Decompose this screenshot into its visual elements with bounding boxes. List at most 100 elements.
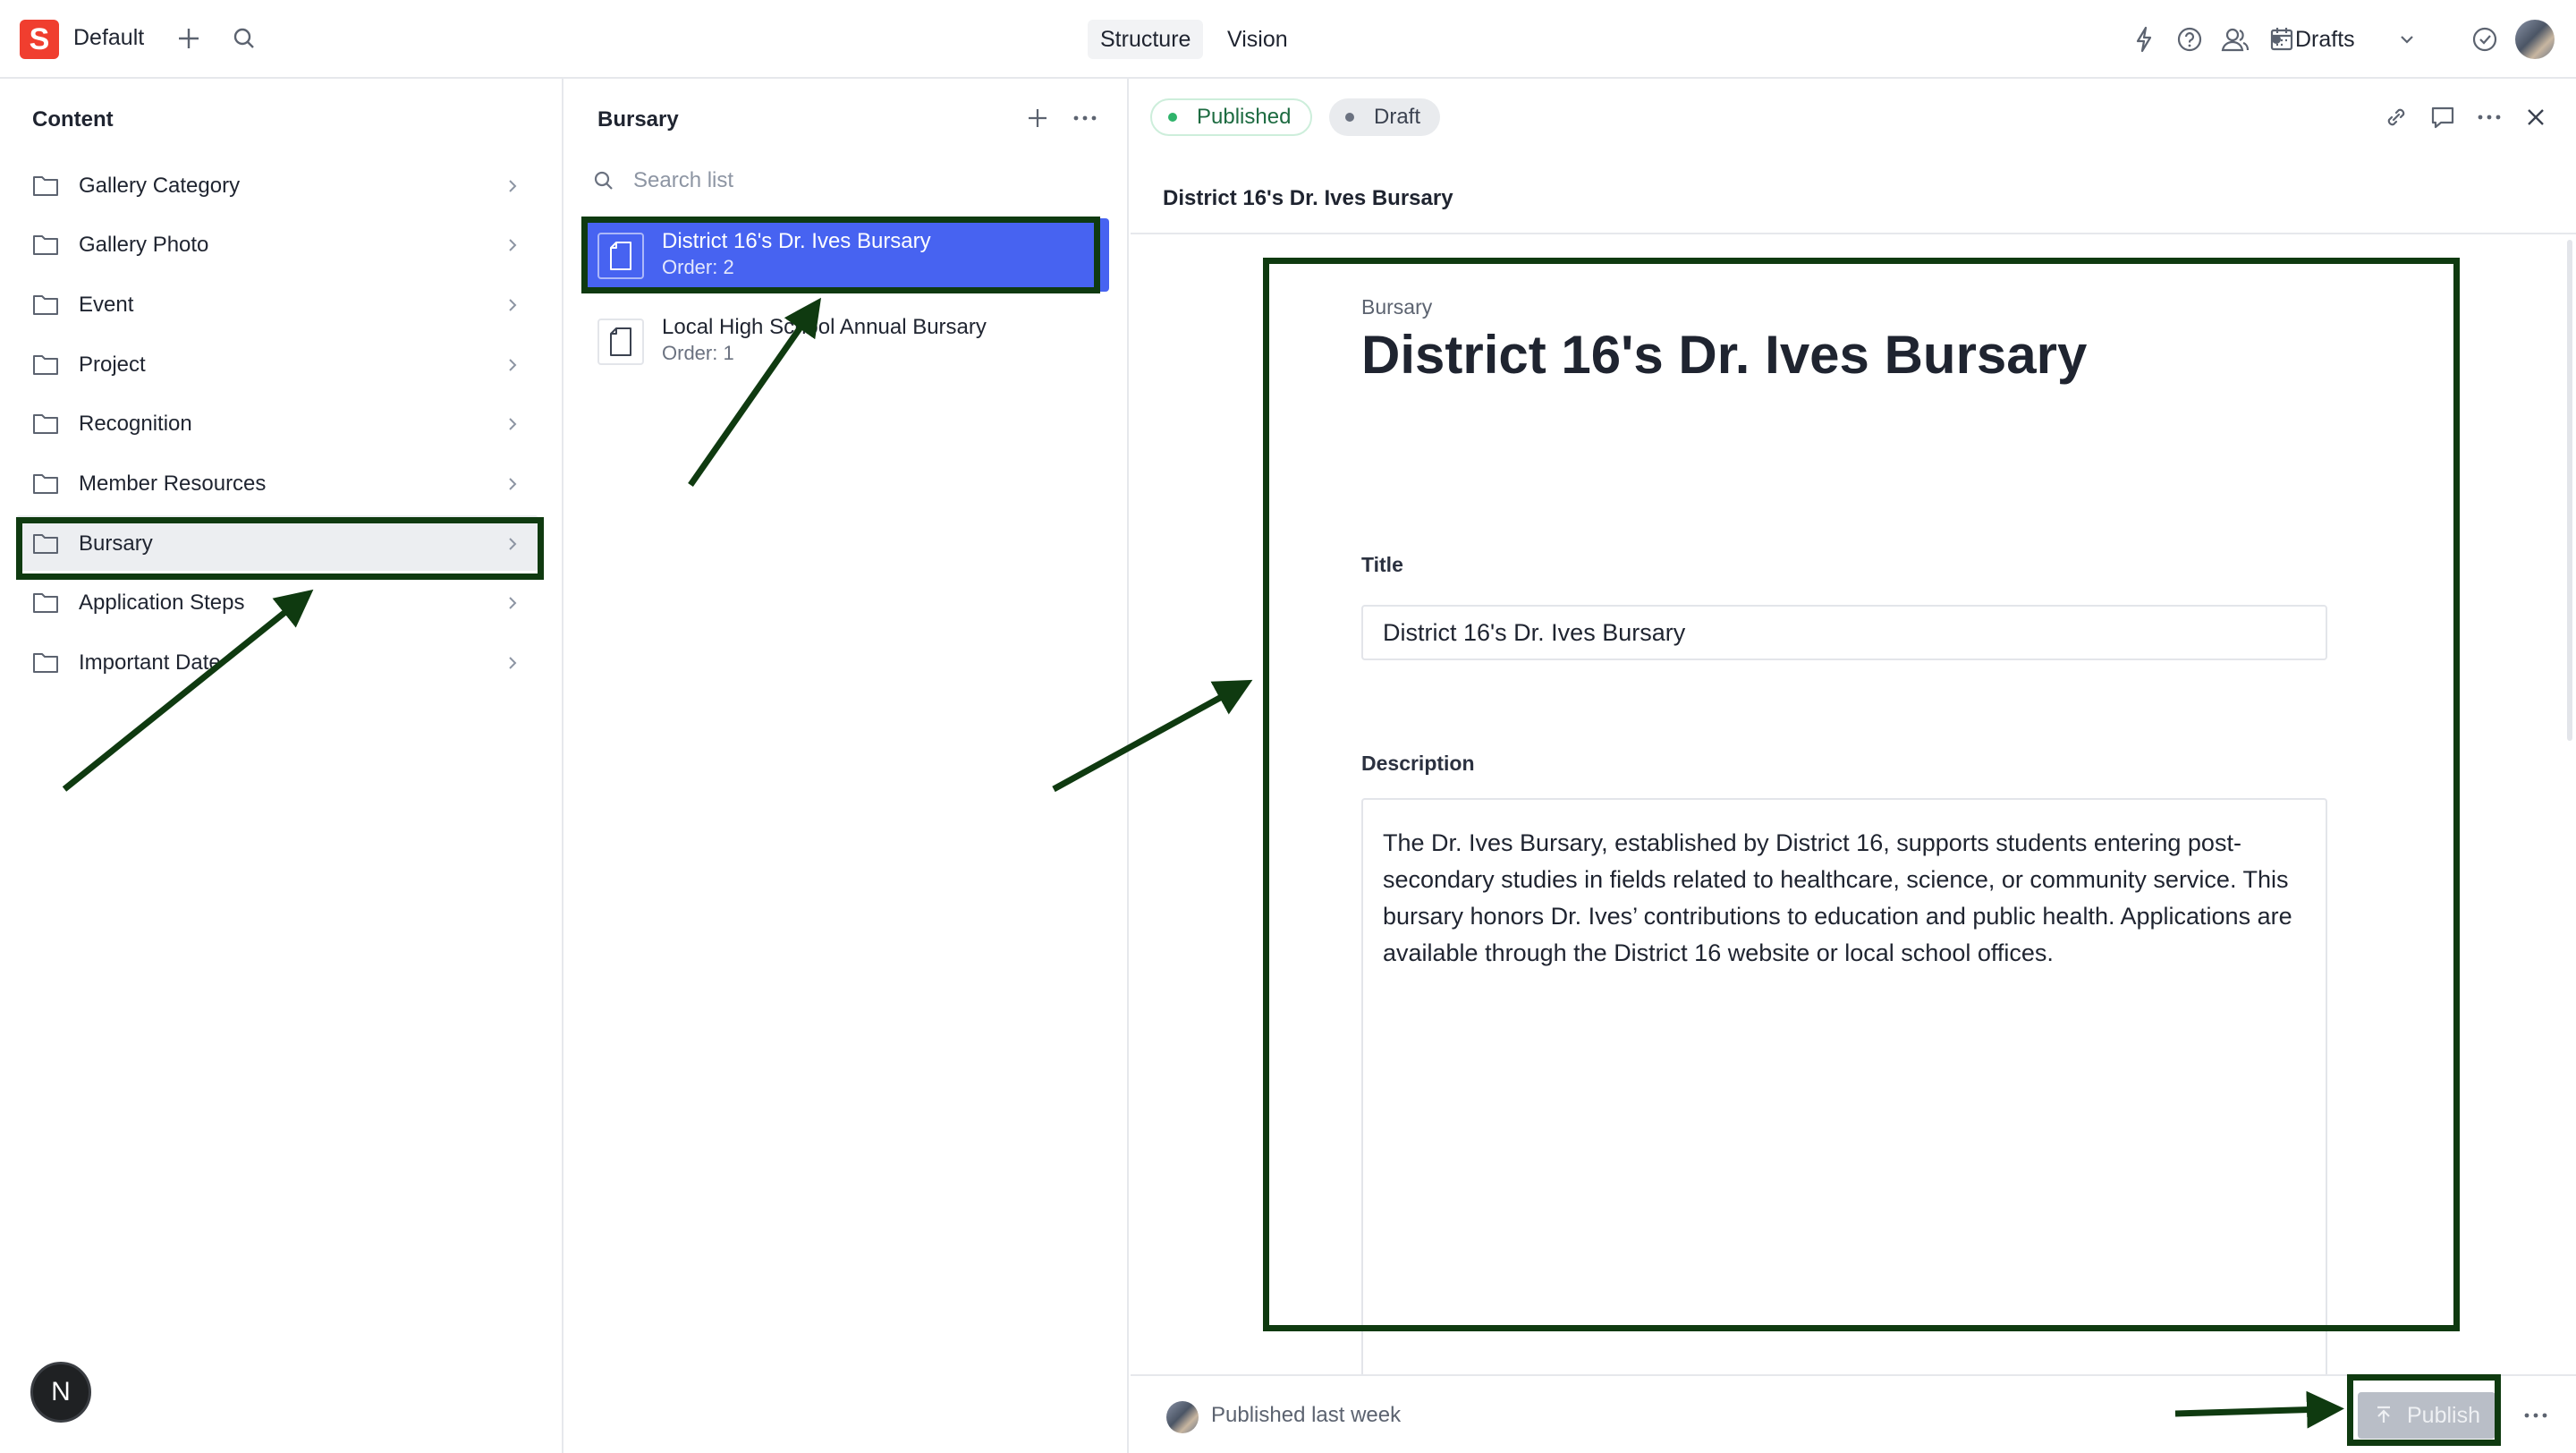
chevron-right-icon: [504, 236, 521, 259]
chevron-right-icon: [504, 475, 521, 497]
content-item-event[interactable]: Event: [16, 276, 538, 332]
document-item-dr-ives-bursary[interactable]: District 16's Dr. Ives Bursary Order: 2: [587, 218, 1109, 292]
folder-icon: [32, 650, 59, 678]
draft-status-pill[interactable]: Draft: [1329, 98, 1441, 136]
title-field-label: Title: [1361, 553, 1403, 576]
document-title: Local High School Annual Bursary: [662, 315, 987, 339]
top-navbar: S Default Structure Vision Drafts: [0, 0, 2576, 79]
publish-status-text: Published last week: [1211, 1403, 1402, 1427]
search-placeholder: Search list: [633, 168, 734, 192]
check-circle-icon[interactable]: [2470, 25, 2499, 54]
publish-label: Publish: [2407, 1402, 2480, 1428]
document-subtitle: Order: 2: [662, 256, 734, 278]
list-pane-title: Bursary: [597, 107, 679, 132]
search-icon: [592, 169, 615, 192]
plus-icon[interactable]: [1025, 106, 1050, 131]
chevron-right-icon: [504, 296, 521, 319]
published-label: Published: [1197, 105, 1292, 129]
content-item-label: Event: [79, 293, 134, 317]
studio-logo[interactable]: S: [20, 20, 59, 59]
search-icon[interactable]: [231, 25, 258, 52]
content-item-project[interactable]: Project: [16, 336, 538, 392]
editor-scrollbar[interactable]: [2567, 240, 2572, 741]
user-avatar[interactable]: [2515, 20, 2555, 59]
tab-structure[interactable]: Structure: [1088, 20, 1204, 59]
chevron-right-icon: [504, 654, 521, 676]
drafts-dot-icon: [2272, 35, 2281, 44]
folder-icon: [32, 353, 59, 380]
folder-icon: [32, 293, 59, 320]
content-item-label: Application Steps: [79, 591, 245, 615]
content-item-label: Recognition: [79, 412, 192, 436]
more-options-icon[interactable]: [2476, 104, 2503, 131]
content-item-label: Gallery Photo: [79, 233, 209, 257]
content-item-label: Important Date: [79, 650, 221, 675]
release-drafts-select[interactable]: Drafts: [2261, 20, 2465, 59]
chevron-right-icon: [504, 594, 521, 616]
list-search-input[interactable]: Search list: [592, 165, 733, 197]
lightning-icon[interactable]: [2131, 25, 2157, 54]
document-form: Bursary District 16's Dr. Ives Bursary T…: [1131, 236, 2576, 1389]
content-item-recognition[interactable]: Recognition: [16, 395, 538, 451]
content-item-label: Gallery Category: [79, 174, 241, 198]
content-pane: Content Gallery Category Gallery Photo E…: [0, 79, 564, 1453]
workspace-name[interactable]: Default: [73, 25, 144, 51]
drafts-label: Drafts: [2295, 26, 2355, 52]
published-status-pill[interactable]: Published: [1150, 98, 1313, 136]
document-type-label: Bursary: [1361, 295, 1433, 319]
document-icon: [597, 233, 644, 279]
chevron-right-icon: [504, 356, 521, 378]
link-icon[interactable]: [2383, 104, 2410, 131]
content-item-gallery-category[interactable]: Gallery Category: [16, 157, 538, 213]
chevron-down-icon: [2396, 29, 2418, 50]
description-text: The Dr. Ives Bursary, established by Dis…: [1383, 829, 2292, 966]
publisher-avatar: [1166, 1401, 1199, 1433]
content-item-bursary[interactable]: Bursary: [16, 515, 538, 571]
publish-icon: [2373, 1405, 2394, 1426]
title-input[interactable]: District 16's Dr. Ives Bursary: [1361, 605, 2327, 660]
users-icon[interactable]: [2220, 25, 2250, 54]
document-title: District 16's Dr. Ives Bursary: [662, 229, 931, 253]
content-item-label: Bursary: [79, 531, 153, 556]
folder-icon: [32, 531, 59, 559]
document-main-title: District 16's Dr. Ives Bursary: [1361, 325, 2088, 385]
content-item-important-date[interactable]: Important Date: [16, 634, 538, 690]
next-devtools-badge[interactable]: N: [30, 1362, 91, 1423]
chevron-right-icon: [504, 535, 521, 557]
folder-icon: [32, 174, 59, 201]
title-input-value: District 16's Dr. Ives Bursary: [1383, 619, 1686, 646]
document-header-title: District 16's Dr. Ives Bursary: [1163, 186, 1453, 210]
help-icon[interactable]: [2175, 25, 2204, 54]
folder-icon: [32, 412, 59, 439]
document-header: District 16's Dr. Ives Bursary: [1131, 165, 2576, 234]
published-dot-icon: [1168, 113, 1177, 122]
more-options-icon[interactable]: [1072, 106, 1098, 131]
document-list-pane: Bursary Search list District 16's Dr. Iv…: [565, 79, 1129, 1453]
chevron-right-icon: [504, 177, 521, 200]
document-editor-pane: Published Draft District 16's Dr. Ives B…: [1131, 79, 2576, 1453]
publish-button[interactable]: Publish: [2358, 1392, 2496, 1439]
document-icon: [597, 319, 644, 365]
chevron-right-icon: [504, 415, 521, 438]
content-item-label: Member Resources: [79, 472, 267, 496]
folder-icon: [32, 472, 59, 499]
comment-icon[interactable]: [2429, 104, 2456, 131]
content-item-application-steps[interactable]: Application Steps: [16, 574, 538, 630]
content-item-label: Project: [79, 353, 146, 377]
tab-vision[interactable]: Vision: [1215, 20, 1301, 59]
draft-label: Draft: [1374, 105, 1421, 129]
draft-dot-icon: [1345, 113, 1354, 122]
plus-icon[interactable]: [175, 25, 202, 52]
folder-icon: [32, 233, 59, 260]
description-field-label: Description: [1361, 752, 1475, 775]
document-item-local-high-school-bursary[interactable]: Local High School Annual Bursary Order: …: [587, 304, 1109, 378]
document-footer: Published last week Publish: [1131, 1374, 2576, 1453]
content-item-gallery-photo[interactable]: Gallery Photo: [16, 217, 538, 272]
close-icon[interactable]: [2522, 104, 2549, 131]
folder-icon: [32, 591, 59, 618]
content-item-member-resources[interactable]: Member Resources: [16, 455, 538, 511]
description-textarea[interactable]: The Dr. Ives Bursary, established by Dis…: [1361, 798, 2327, 1389]
more-actions-icon[interactable]: [2522, 1403, 2549, 1428]
document-subtitle: Order: 1: [662, 342, 734, 364]
content-pane-title: Content: [32, 107, 114, 132]
